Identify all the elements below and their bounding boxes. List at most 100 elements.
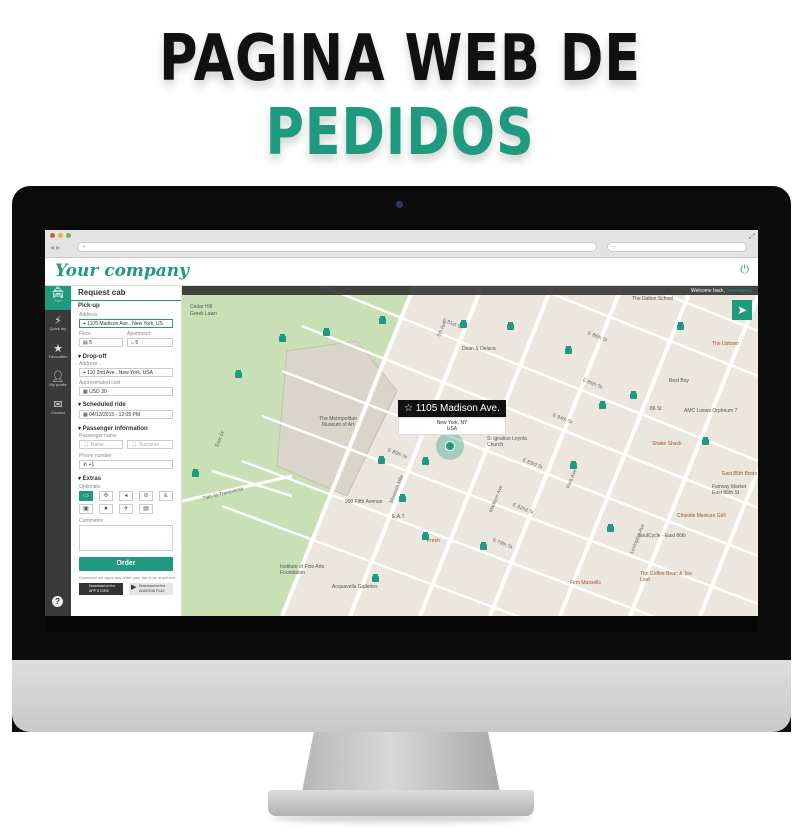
floor-input[interactable]: ▤ 5 bbox=[79, 338, 123, 347]
taxi-icon[interactable] bbox=[379, 316, 386, 324]
map[interactable]: Welcome back, (username) ➤ 5th Ave Madis… bbox=[182, 286, 758, 616]
dropoff-section[interactable]: ▾ Drop-off bbox=[78, 353, 106, 360]
dropoff-address-label: Address bbox=[79, 361, 98, 367]
nav-contact[interactable]: ✉ Contact bbox=[45, 398, 71, 422]
star-icon[interactable]: ☆ bbox=[404, 403, 413, 414]
taxi-icon[interactable] bbox=[460, 320, 467, 328]
taxi-icon[interactable] bbox=[570, 461, 577, 469]
extra-document-icon[interactable]: ▤ bbox=[139, 504, 153, 514]
extras-section[interactable]: ▾ Extras bbox=[78, 475, 101, 482]
extra-star-icon[interactable]: ★ bbox=[99, 504, 113, 514]
user-icon: 👤︎ bbox=[83, 442, 91, 448]
extra-luggage-icon[interactable]: ◂ bbox=[119, 491, 133, 501]
taxi-icon[interactable] bbox=[378, 456, 385, 464]
scheduled-section[interactable]: ▾ Scheduled ride bbox=[78, 401, 126, 408]
map-canvas bbox=[182, 286, 758, 616]
taxi-icon[interactable] bbox=[507, 322, 514, 330]
poi-uptown[interactable]: The Uptown bbox=[712, 341, 739, 347]
poi-amc[interactable]: AMC Loews Orpheum 7 bbox=[684, 408, 737, 414]
poi-cedar[interactable]: Cedar Hill bbox=[190, 304, 212, 310]
taxi-icon[interactable] bbox=[565, 346, 572, 354]
poi-dean[interactable]: Dean & Deluca bbox=[462, 346, 496, 352]
welcome-text: Welcome back, (username) bbox=[690, 288, 752, 294]
url-bar[interactable]: + bbox=[77, 242, 597, 252]
apartment-input[interactable]: ⌂ 5 bbox=[127, 338, 173, 347]
phone-input[interactable]: ✆ +1 bbox=[79, 460, 173, 469]
poi-ignatius[interactable]: St Ignatius Loyola Church bbox=[487, 436, 537, 448]
surname-input[interactable]: 👤︎ Surname bbox=[127, 440, 173, 449]
extra-nosmoking-icon[interactable]: ⊘ bbox=[139, 491, 153, 501]
dropoff-address-input[interactable]: ⌖ 110 2nd Ave., New York, USA bbox=[79, 368, 173, 377]
poi-chipotle[interactable]: Chipotle Mexican Grill bbox=[677, 513, 726, 519]
poi-firm[interactable]: Firm Mussells bbox=[570, 580, 601, 586]
taxi-icon[interactable] bbox=[599, 401, 606, 409]
poi-acquavella[interactable]: Acquavella Galleries bbox=[332, 584, 378, 590]
taxi-icon[interactable] bbox=[480, 542, 487, 550]
company-logo[interactable]: Your company bbox=[55, 261, 189, 281]
poi-fifth[interactable]: 990 Fifth Avenue bbox=[345, 499, 382, 505]
locate-me-button[interactable]: ➤ bbox=[732, 300, 752, 320]
poi-fairway[interactable]: Fairway Market East 86th St bbox=[712, 484, 756, 496]
play-icon: ▶ bbox=[131, 584, 137, 591]
app-store-button[interactable]: Download on the APP STORE bbox=[79, 583, 123, 595]
taxi-icon[interactable] bbox=[399, 494, 406, 502]
download-text: Download our apps and order your taxi fr… bbox=[79, 575, 176, 580]
taxi-icon[interactable] bbox=[235, 370, 242, 378]
app-header: Your company ⏻ bbox=[45, 258, 758, 286]
taxi-icon[interactable] bbox=[702, 437, 709, 445]
back-forward-icons[interactable]: ◂ ▸ bbox=[50, 243, 60, 252]
taxi-icon[interactable] bbox=[323, 328, 330, 336]
nav-quick-trip[interactable]: ⚡︎ Quick trip bbox=[45, 314, 71, 338]
taxi-icon[interactable] bbox=[607, 524, 614, 532]
google-play-button[interactable]: ▶ Download on the ANDROID PLAY bbox=[129, 583, 173, 595]
address-popup[interactable]: ☆ 1105 Madison Ave. New York, NY USA bbox=[398, 400, 506, 435]
extra-card-icon[interactable]: ▭ bbox=[79, 491, 93, 501]
poi-bistro[interactable]: East 85th Bistro bbox=[722, 471, 757, 477]
extra-pet-icon[interactable]: ✣ bbox=[99, 491, 113, 501]
poi-shake[interactable]: Shake Shack bbox=[652, 441, 681, 447]
poi-dalton[interactable]: The Dalton School bbox=[632, 296, 673, 302]
expand-icon[interactable]: ⤢ bbox=[749, 232, 755, 242]
pickup-address-input[interactable]: ⌖ 1105 Madison Ave., New York, US bbox=[79, 319, 173, 328]
taxi-icon[interactable] bbox=[677, 322, 684, 330]
comments-textarea[interactable] bbox=[79, 525, 173, 551]
nav-label: Quick trip bbox=[49, 326, 67, 331]
taxi-icon[interactable] bbox=[422, 457, 429, 465]
taxi-icon[interactable] bbox=[372, 574, 379, 582]
minimize-window-icon[interactable] bbox=[58, 233, 63, 238]
poi-bestbuy[interactable]: Best Buy bbox=[669, 378, 689, 384]
poi-greek[interactable]: Greek Lawn bbox=[190, 311, 217, 317]
name-input[interactable]: 👤︎ Name bbox=[79, 440, 123, 449]
passenger-section[interactable]: ▾ Passenger information bbox=[78, 425, 148, 432]
browser-chrome: ◂ ▸ + ○ ⤢ bbox=[45, 230, 758, 258]
maximize-window-icon[interactable] bbox=[66, 233, 71, 238]
taxi-icon[interactable] bbox=[192, 469, 199, 477]
poi-fine-arts[interactable]: Institute of Fine Arts Foundation bbox=[280, 564, 328, 576]
taxi-icon[interactable] bbox=[630, 391, 637, 399]
nav-my-profile[interactable]: 👤︎ My profile bbox=[45, 370, 71, 394]
close-window-icon[interactable] bbox=[50, 233, 55, 238]
popup-subtitle: New York, NY USA bbox=[398, 417, 506, 435]
help-icon[interactable]: ? bbox=[52, 596, 63, 607]
poi-eat[interactable]: E.A.T. bbox=[392, 514, 405, 520]
poi-coffee[interactable]: The Coffee Bean & Tea Leaf bbox=[640, 571, 698, 583]
poi-soulcycle[interactable]: SoulCycle - East 86th bbox=[638, 533, 686, 539]
location-pin-icon[interactable] bbox=[436, 432, 464, 460]
schedule-input[interactable]: ▦ 04/13/2015 - 12:05 PM bbox=[79, 410, 173, 419]
screen: ◂ ▸ + ○ ⤢ Your company ⏻ 🚖︎ Taxi ⚡︎ Quic… bbox=[45, 230, 758, 632]
order-button[interactable]: Order bbox=[79, 557, 173, 571]
optionals-label: Optionals bbox=[79, 484, 101, 490]
nav-favourites[interactable]: ★ Favourites bbox=[45, 342, 71, 366]
extra-wheelchair-icon[interactable]: ♿︎ bbox=[159, 491, 173, 501]
taxi-icon[interactable] bbox=[422, 532, 429, 540]
poi-metro[interactable]: 86 St bbox=[650, 406, 662, 412]
username-link[interactable]: (username) bbox=[726, 288, 752, 294]
icon-sidebar: 🚖︎ Taxi ⚡︎ Quick trip ★ Favourites 👤︎ My… bbox=[45, 286, 71, 616]
nav-taxi[interactable]: 🚖︎ Taxi bbox=[45, 286, 71, 310]
extra-airplane-icon[interactable]: ✈ bbox=[119, 504, 133, 514]
power-icon[interactable]: ⏻ bbox=[740, 264, 749, 277]
browser-search-bar[interactable]: ○ bbox=[607, 242, 747, 252]
taxi-icon[interactable] bbox=[279, 334, 286, 342]
poi-museum[interactable]: The Metropolitan Museum of Art bbox=[310, 416, 366, 428]
extra-suitcase-icon[interactable]: ▣ bbox=[79, 504, 93, 514]
